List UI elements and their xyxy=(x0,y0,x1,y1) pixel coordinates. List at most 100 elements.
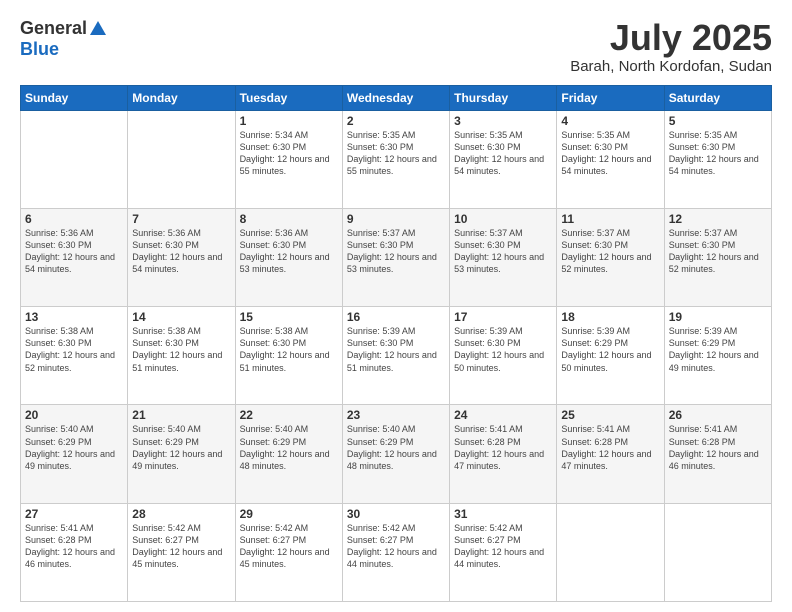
day-number: 22 xyxy=(240,408,338,422)
logo: General Blue xyxy=(20,18,106,60)
day-number: 6 xyxy=(25,212,123,226)
table-row: 10Sunrise: 5:37 AM Sunset: 6:30 PM Dayli… xyxy=(450,208,557,306)
day-info: Sunrise: 5:35 AM Sunset: 6:30 PM Dayligh… xyxy=(561,129,659,178)
page: General Blue July 2025 Barah, North Kord… xyxy=(0,0,792,612)
col-sunday: Sunday xyxy=(21,85,128,110)
col-saturday: Saturday xyxy=(664,85,771,110)
table-row: 7Sunrise: 5:36 AM Sunset: 6:30 PM Daylig… xyxy=(128,208,235,306)
table-row: 27Sunrise: 5:41 AM Sunset: 6:28 PM Dayli… xyxy=(21,503,128,601)
day-number: 17 xyxy=(454,310,552,324)
table-row xyxy=(557,503,664,601)
col-tuesday: Tuesday xyxy=(235,85,342,110)
header: General Blue July 2025 Barah, North Kord… xyxy=(20,18,772,75)
table-row: 8Sunrise: 5:36 AM Sunset: 6:30 PM Daylig… xyxy=(235,208,342,306)
day-number: 2 xyxy=(347,114,445,128)
day-number: 15 xyxy=(240,310,338,324)
table-row: 25Sunrise: 5:41 AM Sunset: 6:28 PM Dayli… xyxy=(557,405,664,503)
day-info: Sunrise: 5:42 AM Sunset: 6:27 PM Dayligh… xyxy=(240,522,338,571)
day-info: Sunrise: 5:42 AM Sunset: 6:27 PM Dayligh… xyxy=(454,522,552,571)
day-number: 9 xyxy=(347,212,445,226)
calendar-header-row: Sunday Monday Tuesday Wednesday Thursday… xyxy=(21,85,772,110)
day-number: 31 xyxy=(454,507,552,521)
day-info: Sunrise: 5:37 AM Sunset: 6:30 PM Dayligh… xyxy=(669,227,767,276)
table-row: 14Sunrise: 5:38 AM Sunset: 6:30 PM Dayli… xyxy=(128,307,235,405)
calendar-week-row: 13Sunrise: 5:38 AM Sunset: 6:30 PM Dayli… xyxy=(21,307,772,405)
table-row: 20Sunrise: 5:40 AM Sunset: 6:29 PM Dayli… xyxy=(21,405,128,503)
day-number: 16 xyxy=(347,310,445,324)
table-row xyxy=(21,110,128,208)
day-info: Sunrise: 5:40 AM Sunset: 6:29 PM Dayligh… xyxy=(132,423,230,472)
day-info: Sunrise: 5:36 AM Sunset: 6:30 PM Dayligh… xyxy=(132,227,230,276)
day-number: 24 xyxy=(454,408,552,422)
day-info: Sunrise: 5:38 AM Sunset: 6:30 PM Dayligh… xyxy=(25,325,123,374)
calendar: Sunday Monday Tuesday Wednesday Thursday… xyxy=(20,85,772,602)
day-info: Sunrise: 5:39 AM Sunset: 6:29 PM Dayligh… xyxy=(669,325,767,374)
day-number: 21 xyxy=(132,408,230,422)
col-wednesday: Wednesday xyxy=(342,85,449,110)
table-row: 6Sunrise: 5:36 AM Sunset: 6:30 PM Daylig… xyxy=(21,208,128,306)
day-info: Sunrise: 5:36 AM Sunset: 6:30 PM Dayligh… xyxy=(240,227,338,276)
table-row: 9Sunrise: 5:37 AM Sunset: 6:30 PM Daylig… xyxy=(342,208,449,306)
main-title: July 2025 xyxy=(570,18,772,58)
logo-general-text: General xyxy=(20,18,87,39)
day-number: 18 xyxy=(561,310,659,324)
day-info: Sunrise: 5:42 AM Sunset: 6:27 PM Dayligh… xyxy=(347,522,445,571)
table-row: 26Sunrise: 5:41 AM Sunset: 6:28 PM Dayli… xyxy=(664,405,771,503)
title-block: July 2025 Barah, North Kordofan, Sudan xyxy=(570,18,772,75)
col-monday: Monday xyxy=(128,85,235,110)
table-row: 16Sunrise: 5:39 AM Sunset: 6:30 PM Dayli… xyxy=(342,307,449,405)
day-number: 30 xyxy=(347,507,445,521)
table-row: 24Sunrise: 5:41 AM Sunset: 6:28 PM Dayli… xyxy=(450,405,557,503)
col-thursday: Thursday xyxy=(450,85,557,110)
day-info: Sunrise: 5:42 AM Sunset: 6:27 PM Dayligh… xyxy=(132,522,230,571)
day-number: 8 xyxy=(240,212,338,226)
day-info: Sunrise: 5:35 AM Sunset: 6:30 PM Dayligh… xyxy=(669,129,767,178)
day-info: Sunrise: 5:40 AM Sunset: 6:29 PM Dayligh… xyxy=(240,423,338,472)
day-number: 26 xyxy=(669,408,767,422)
day-info: Sunrise: 5:38 AM Sunset: 6:30 PM Dayligh… xyxy=(240,325,338,374)
day-info: Sunrise: 5:40 AM Sunset: 6:29 PM Dayligh… xyxy=(25,423,123,472)
day-number: 20 xyxy=(25,408,123,422)
day-info: Sunrise: 5:37 AM Sunset: 6:30 PM Dayligh… xyxy=(454,227,552,276)
day-number: 11 xyxy=(561,212,659,226)
table-row: 22Sunrise: 5:40 AM Sunset: 6:29 PM Dayli… xyxy=(235,405,342,503)
day-number: 13 xyxy=(25,310,123,324)
table-row: 21Sunrise: 5:40 AM Sunset: 6:29 PM Dayli… xyxy=(128,405,235,503)
day-number: 25 xyxy=(561,408,659,422)
day-info: Sunrise: 5:41 AM Sunset: 6:28 PM Dayligh… xyxy=(561,423,659,472)
table-row: 19Sunrise: 5:39 AM Sunset: 6:29 PM Dayli… xyxy=(664,307,771,405)
table-row: 29Sunrise: 5:42 AM Sunset: 6:27 PM Dayli… xyxy=(235,503,342,601)
day-number: 10 xyxy=(454,212,552,226)
calendar-week-row: 27Sunrise: 5:41 AM Sunset: 6:28 PM Dayli… xyxy=(21,503,772,601)
day-number: 7 xyxy=(132,212,230,226)
table-row: 17Sunrise: 5:39 AM Sunset: 6:30 PM Dayli… xyxy=(450,307,557,405)
day-info: Sunrise: 5:39 AM Sunset: 6:30 PM Dayligh… xyxy=(347,325,445,374)
day-number: 29 xyxy=(240,507,338,521)
table-row xyxy=(664,503,771,601)
table-row: 31Sunrise: 5:42 AM Sunset: 6:27 PM Dayli… xyxy=(450,503,557,601)
day-info: Sunrise: 5:35 AM Sunset: 6:30 PM Dayligh… xyxy=(454,129,552,178)
col-friday: Friday xyxy=(557,85,664,110)
table-row: 2Sunrise: 5:35 AM Sunset: 6:30 PM Daylig… xyxy=(342,110,449,208)
day-info: Sunrise: 5:39 AM Sunset: 6:30 PM Dayligh… xyxy=(454,325,552,374)
calendar-week-row: 1Sunrise: 5:34 AM Sunset: 6:30 PM Daylig… xyxy=(21,110,772,208)
table-row: 30Sunrise: 5:42 AM Sunset: 6:27 PM Dayli… xyxy=(342,503,449,601)
calendar-week-row: 6 Sunrise: 5:36 AM Sunset: 6:30 PM Daylig… xyxy=(21,208,772,306)
table-row: 23Sunrise: 5:40 AM Sunset: 6:29 PM Dayli… xyxy=(342,405,449,503)
day-number: 3 xyxy=(454,114,552,128)
day-number: 1 xyxy=(240,114,338,128)
table-row: 3Sunrise: 5:35 AM Sunset: 6:30 PM Daylig… xyxy=(450,110,557,208)
table-row: 1Sunrise: 5:34 AM Sunset: 6:30 PM Daylig… xyxy=(235,110,342,208)
calendar-week-row: 20Sunrise: 5:40 AM Sunset: 6:29 PM Dayli… xyxy=(21,405,772,503)
day-number: 4 xyxy=(561,114,659,128)
day-info: Sunrise: 5:41 AM Sunset: 6:28 PM Dayligh… xyxy=(454,423,552,472)
day-info: Sunrise: 5:41 AM Sunset: 6:28 PM Dayligh… xyxy=(669,423,767,472)
logo-triangle-icon xyxy=(90,21,106,35)
day-number: 28 xyxy=(132,507,230,521)
subtitle: Barah, North Kordofan, Sudan xyxy=(570,58,772,75)
day-info: Sunrise: 5:41 AM Sunset: 6:28 PM Dayligh… xyxy=(25,522,123,571)
day-number: 23 xyxy=(347,408,445,422)
table-row: 12Sunrise: 5:37 AM Sunset: 6:30 PM Dayli… xyxy=(664,208,771,306)
logo-blue-text: Blue xyxy=(20,39,59,60)
day-number: 12 xyxy=(669,212,767,226)
